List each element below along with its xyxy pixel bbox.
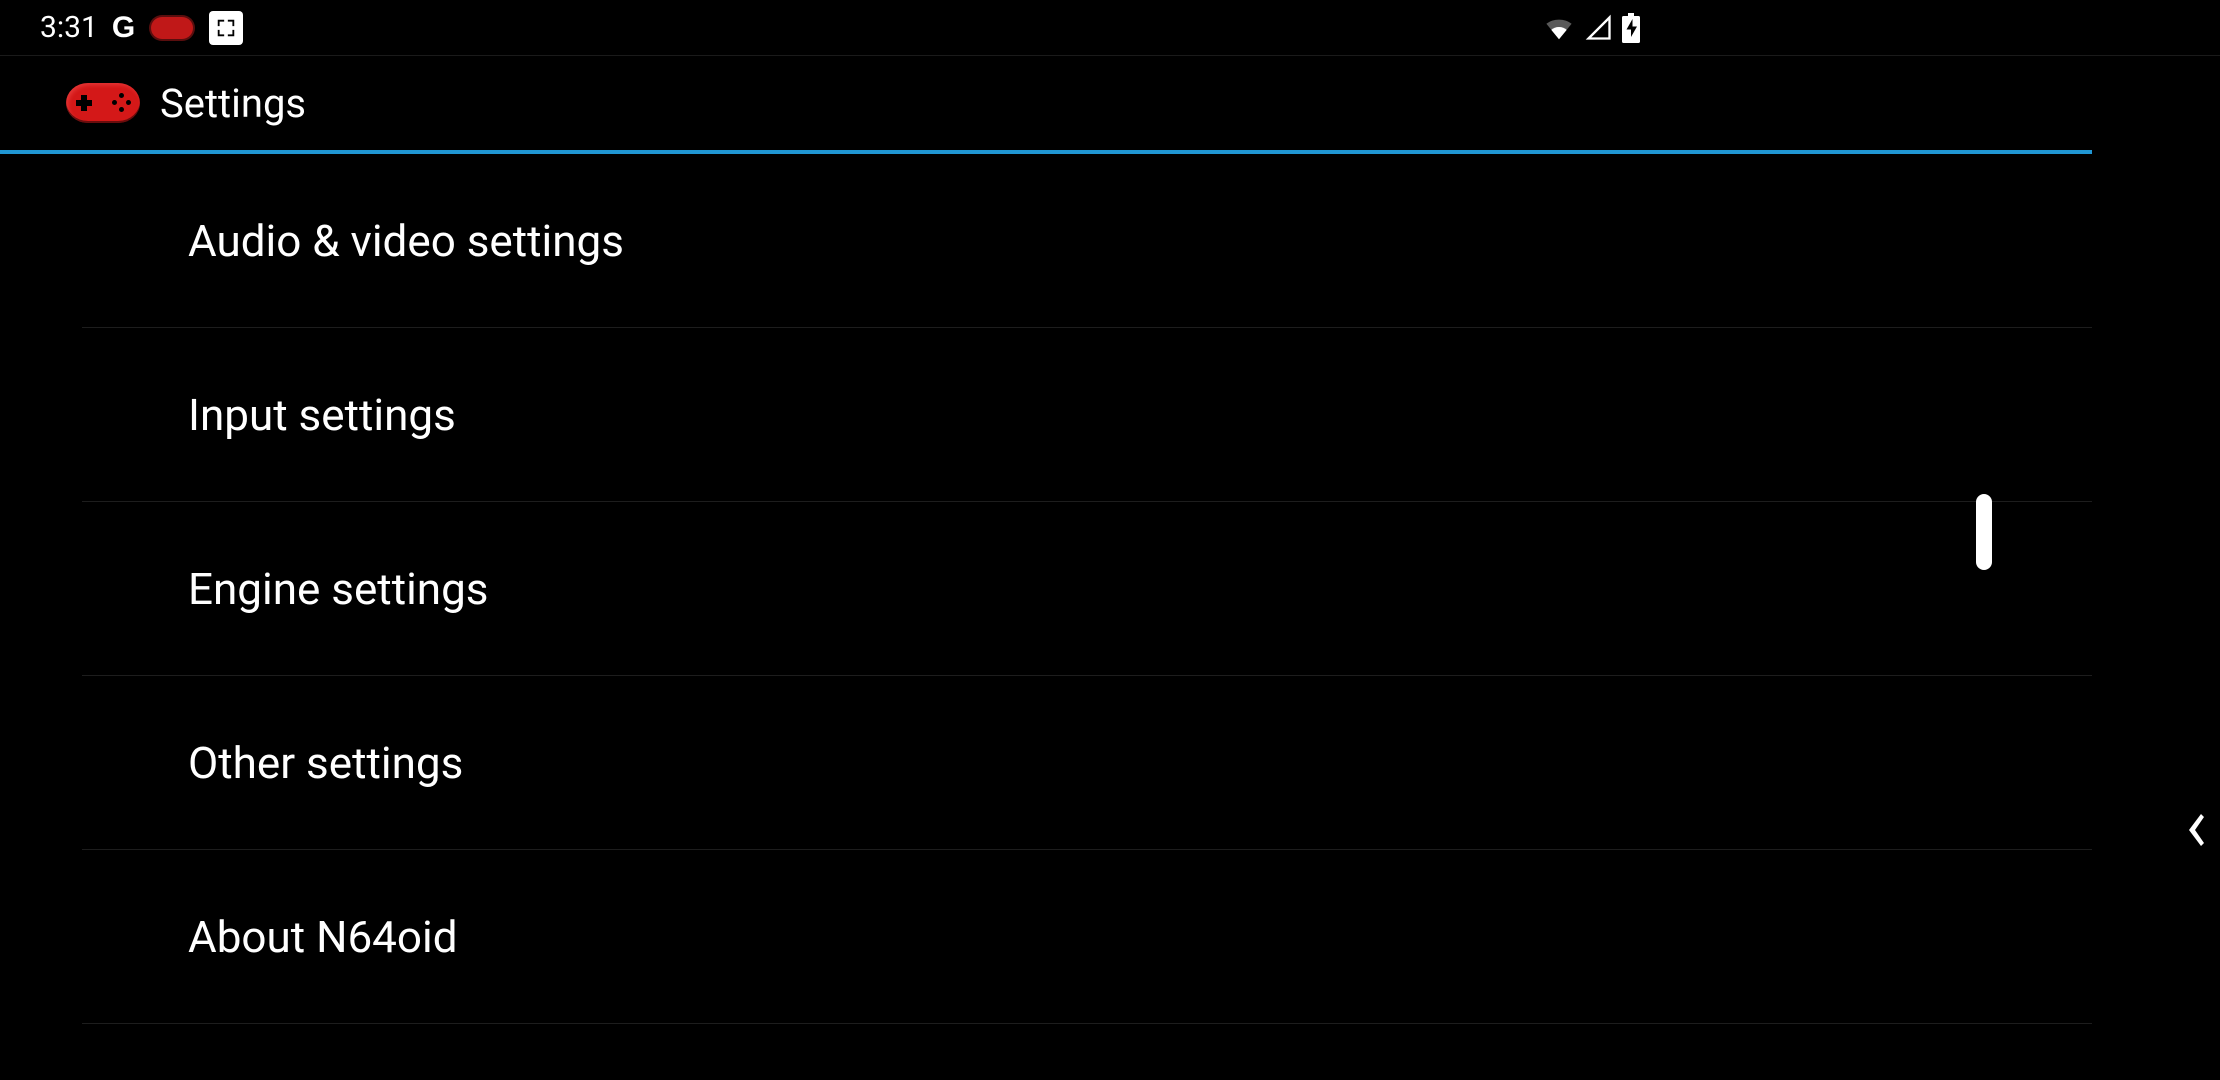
controller-notification-icon xyxy=(149,15,195,41)
clock: 3:31 xyxy=(40,10,98,45)
expand-icon xyxy=(209,11,243,45)
settings-item-about[interactable]: About N64oid xyxy=(82,850,2092,1024)
settings-item-label: Audio & video settings xyxy=(188,215,624,267)
settings-list[interactable]: Audio & video settings Input settings En… xyxy=(0,154,2092,1024)
scrollbar-thumb[interactable] xyxy=(1976,494,1992,570)
side-panel-handle[interactable] xyxy=(2176,804,2214,866)
settings-item-label: Input settings xyxy=(188,389,456,441)
settings-item-label: Engine settings xyxy=(188,563,489,615)
page-title: Settings xyxy=(160,80,306,127)
status-left: 3:31 G xyxy=(40,10,243,45)
settings-item-input[interactable]: Input settings xyxy=(82,328,2092,502)
app-header: Settings xyxy=(0,56,2092,154)
wifi-icon xyxy=(1542,14,1576,42)
cell-signal-icon xyxy=(1584,14,1614,42)
app-controller-icon xyxy=(66,83,140,123)
status-bar: 3:31 G xyxy=(0,0,2220,56)
settings-item-label: Other settings xyxy=(188,737,463,789)
battery-charging-icon xyxy=(1622,13,1640,43)
google-icon: G xyxy=(112,11,135,45)
settings-item-engine[interactable]: Engine settings xyxy=(82,502,2092,676)
settings-item-audio-video[interactable]: Audio & video settings xyxy=(82,154,2092,328)
settings-item-other[interactable]: Other settings xyxy=(82,676,2092,850)
settings-item-label: About N64oid xyxy=(188,911,458,963)
status-right xyxy=(1542,13,2180,43)
